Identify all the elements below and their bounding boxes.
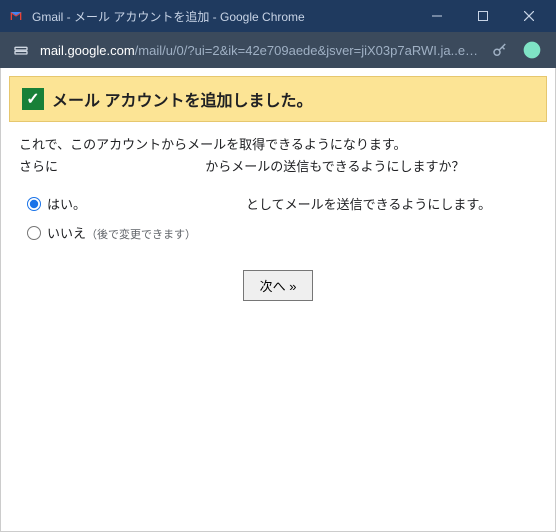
- radio-row-yes: はい。 としてメールを送信できるようにします。: [27, 194, 537, 213]
- intro-line1: これで、このアカウントからメールを取得できるようになります。: [19, 137, 407, 152]
- gmail-icon: [8, 8, 24, 24]
- next-button[interactable]: 次へ »: [243, 270, 314, 301]
- address-bar: mail.google.com/mail/u/0/?ui=2&ik=42e709…: [0, 32, 556, 68]
- success-banner: ✓ メール アカウントを追加しました。: [9, 76, 547, 122]
- redacted-email: [62, 161, 202, 174]
- password-key-icon[interactable]: [490, 41, 510, 59]
- radio-yes[interactable]: [27, 197, 41, 211]
- radio-yes-label[interactable]: はい。 としてメールを送信できるようにします。: [47, 194, 491, 213]
- no-hint: （後で変更できます）: [86, 229, 196, 241]
- maximize-button[interactable]: [460, 0, 506, 32]
- site-info-icon[interactable]: [12, 41, 30, 59]
- window-titlebar: Gmail - メール アカウントを追加 - Google Chrome: [0, 0, 556, 32]
- no-text: いいえ: [47, 226, 86, 241]
- banner-text: メール アカウントを追加しました。: [52, 87, 312, 111]
- page-content: ✓ メール アカウントを追加しました。 これで、このアカウントからメールを取得で…: [0, 68, 556, 532]
- intro-text: これで、このアカウントからメールを取得できるようになります。 さらに からメール…: [19, 134, 537, 178]
- check-icon: ✓: [22, 88, 44, 110]
- yes-post: としてメールを送信できるようにします。: [246, 197, 491, 212]
- extension-icon[interactable]: [520, 38, 544, 62]
- radio-group: はい。 としてメールを送信できるようにします。 いいえ（後で変更できます）: [19, 194, 537, 242]
- window-controls: [414, 0, 552, 32]
- radio-row-no: いいえ（後で変更できます）: [27, 223, 537, 242]
- redacted-email-2: [86, 199, 246, 212]
- url-host: mail.google.com: [40, 43, 135, 58]
- minimize-button[interactable]: [414, 0, 460, 32]
- intro-line2-post: からメールの送信もできるようにしますか？: [205, 159, 464, 174]
- window-title: Gmail - メール アカウントを追加 - Google Chrome: [32, 8, 414, 25]
- radio-no[interactable]: [27, 226, 41, 240]
- url-text[interactable]: mail.google.com/mail/u/0/?ui=2&ik=42e709…: [40, 43, 480, 58]
- intro-line2-pre: さらに: [19, 159, 58, 174]
- close-button[interactable]: [506, 0, 552, 32]
- url-path: /mail/u/0/?ui=2&ik=42e709aede&jsver=jiX0…: [135, 43, 478, 58]
- radio-no-label[interactable]: いいえ（後で変更できます）: [47, 223, 196, 242]
- yes-pre: はい。: [47, 197, 86, 212]
